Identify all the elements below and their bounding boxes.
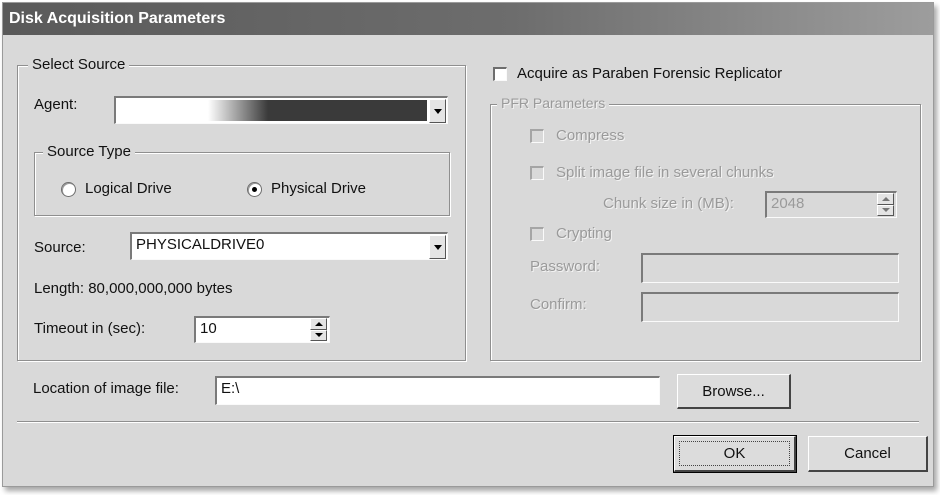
- spin-up-button[interactable]: [877, 193, 894, 205]
- source-label: Source:: [34, 239, 86, 256]
- chunk-size-value: 2048: [771, 195, 805, 212]
- timeout-spinner[interactable]: [310, 318, 327, 341]
- browse-button[interactable]: Browse...: [677, 374, 791, 409]
- source-dropdown[interactable]: PHYSICALDRIVE0: [130, 232, 448, 260]
- location-label: Location of image file:: [33, 380, 179, 397]
- logical-drive-label[interactable]: Logical Drive: [85, 180, 172, 197]
- timeout-value: 10: [200, 320, 217, 337]
- cancel-button[interactable]: Cancel: [808, 436, 928, 472]
- chunk-size-label: Chunk size in (MB):: [603, 195, 734, 212]
- split-checkbox[interactable]: [530, 166, 544, 180]
- arrow-down-icon: [881, 208, 890, 213]
- physical-drive-radio[interactable]: [247, 182, 262, 197]
- location-input[interactable]: E:\: [215, 376, 660, 405]
- disk-acquisition-dialog: Disk Acquisition Parameters Select Sourc…: [2, 2, 934, 487]
- crypting-checkbox[interactable]: [530, 227, 544, 241]
- separator-line: [17, 421, 919, 423]
- source-value: PHYSICALDRIVE0: [136, 236, 265, 253]
- agent-selected-value: [118, 100, 427, 121]
- split-label[interactable]: Split image file in several chunks: [556, 164, 774, 181]
- source-type-legend: Source Type: [43, 143, 135, 160]
- title-bar[interactable]: Disk Acquisition Parameters: [3, 3, 933, 35]
- browse-label: Browse...: [702, 382, 765, 400]
- compress-checkbox[interactable]: [530, 129, 544, 143]
- confirm-label: Confirm:: [530, 296, 587, 313]
- select-source-legend: Select Source: [28, 56, 130, 73]
- acquire-pfr-label[interactable]: Acquire as Paraben Forensic Replicator: [517, 65, 782, 82]
- arrow-up-icon: [314, 321, 323, 326]
- focus-rect: [679, 441, 790, 466]
- acquire-pfr-checkbox[interactable]: [493, 67, 507, 81]
- spin-down-button[interactable]: [310, 329, 327, 341]
- confirm-input[interactable]: [641, 292, 899, 322]
- chevron-down-icon: [433, 244, 442, 250]
- radio-selected-dot: [252, 187, 257, 192]
- length-text: Length: 80,000,000,000 bytes: [34, 280, 233, 297]
- physical-drive-label[interactable]: Physical Drive: [271, 180, 366, 197]
- location-value: E:\: [221, 380, 240, 397]
- compress-label[interactable]: Compress: [556, 127, 624, 144]
- chevron-down-icon: [433, 108, 442, 114]
- crypting-label[interactable]: Crypting: [556, 225, 612, 242]
- source-type-group: Source Type Logical Drive Physical Drive: [34, 143, 450, 216]
- password-label: Password:: [530, 258, 601, 275]
- window-title: Disk Acquisition Parameters: [9, 10, 226, 27]
- arrow-up-icon: [881, 196, 890, 201]
- ok-button[interactable]: OK: [673, 435, 797, 473]
- select-source-group: Select Source Agent: Source Type Logical…: [17, 56, 466, 361]
- arrow-down-icon: [314, 333, 323, 338]
- chunk-size-spinner[interactable]: [877, 193, 894, 216]
- logical-drive-radio[interactable]: [61, 182, 76, 197]
- pfr-parameters-legend: PFR Parameters: [497, 95, 610, 111]
- pfr-parameters-group: PFR Parameters Compress Split image file…: [490, 95, 921, 361]
- cancel-label: Cancel: [844, 445, 891, 462]
- timeout-label: Timeout in (sec):: [34, 320, 146, 337]
- spin-down-button[interactable]: [877, 204, 894, 216]
- agent-label: Agent:: [34, 96, 78, 113]
- source-dropdown-button[interactable]: [429, 235, 446, 259]
- password-input[interactable]: [641, 253, 899, 283]
- agent-dropdown[interactable]: [114, 96, 448, 124]
- agent-dropdown-button[interactable]: [429, 99, 446, 123]
- spin-up-button[interactable]: [310, 318, 327, 330]
